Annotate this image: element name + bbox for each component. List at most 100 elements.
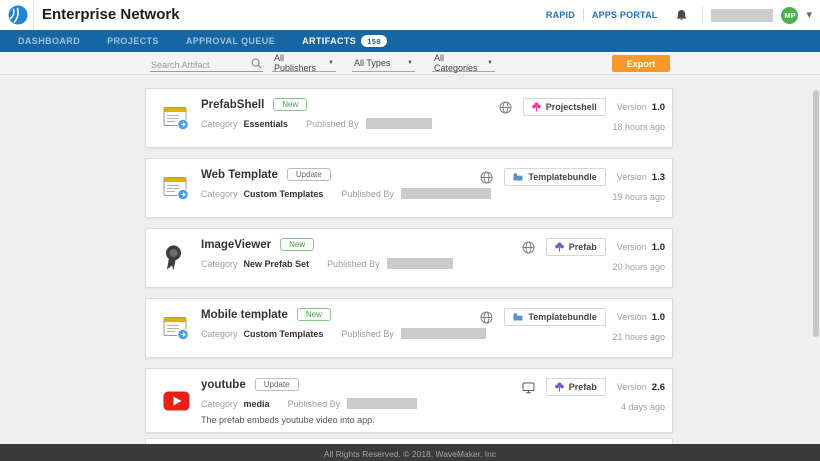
screen: Enterprise Network RAPID APPS PORTAL MP … [0,0,820,461]
type-badge: Prefab [546,238,606,256]
artifact-card-youtube[interactable]: youtube Update Category media Published … [145,368,673,433]
type-label: Templatebundle [528,312,596,322]
type-label: Prefab [569,382,597,392]
main-nav: DASHBOARD PROJECTS APPROVAL QUEUE ARTIFA… [0,30,820,52]
template-artifact-icon [163,316,190,341]
projectshell-type-icon [532,102,541,112]
artifact-info: Web Template Update Category Custom Temp… [201,168,491,199]
status-badge: New [273,98,307,111]
artifact-info: Mobile template New Category Custom Temp… [201,308,486,339]
category-value: New Prefab Set [244,259,310,269]
published-time: 20 hours ago [612,262,665,272]
categories-dropdown[interactable]: All Categories ▼ [432,55,495,72]
copyright-text: All Rights Reserved. © 2018, WaveMaker, … [324,449,496,459]
nav-projects[interactable]: PROJECTS [107,36,159,46]
categories-dropdown-value: All Categories [434,53,487,73]
artifact-name: youtube [201,379,246,391]
published-time: 18 hours ago [612,122,665,132]
version-label: Version [617,172,647,182]
category-value: Essentials [244,119,289,129]
artifact-name: ImageViewer [201,239,271,251]
publisher-redacted [366,118,432,129]
version-label: Version [617,102,647,112]
types-dropdown[interactable]: All Types ▼ [352,55,415,72]
published-by-label: Published By [288,399,341,409]
type-label: Templatebundle [528,172,596,182]
rapid-link[interactable]: RAPID [546,10,575,20]
artifact-right-meta: Prefab Version 1.0 [522,238,665,256]
type-label: Projectshell [546,102,597,112]
status-badge: Update [287,168,331,181]
artifact-right-meta: Projectshell Version 1.0 [499,98,665,116]
artifact-name: Web Template [201,169,278,181]
filter-bar: All Publishers ▼ All Types ▼ All Categor… [0,52,820,75]
nav-approval-queue[interactable]: APPROVAL QUEUE [186,36,275,46]
artifact-info: ImageViewer New Category New Prefab Set … [201,238,453,269]
category-label: Category [201,329,238,339]
artifact-name: Mobile template [201,309,288,321]
scrollbar-thumb[interactable] [813,90,819,337]
category-label: Category [201,399,238,409]
published-time: 4 days ago [621,402,665,412]
artifact-name: PrefabShell [201,99,264,111]
notifications-bell-icon[interactable] [675,9,688,22]
monitor-icon [522,381,535,394]
version-label: Version [617,242,647,252]
wavemaker-logo-icon [8,5,28,25]
globe-icon [480,171,493,184]
prefab-type-icon [555,382,564,392]
search-input[interactable] [150,58,246,73]
artifact-card-imageviewer[interactable]: ImageViewer New Category New Prefab Set … [145,228,673,288]
bell-divider [702,6,703,24]
published-by-label: Published By [341,329,394,339]
artifact-card-web-template[interactable]: Web Template Update Category Custom Temp… [145,158,673,218]
link-divider [583,9,584,21]
dropdown-arrow-icon: ▼ [407,60,413,66]
globe-icon [499,101,512,114]
publisher-redacted [401,328,486,339]
status-badge: New [280,238,314,251]
chevron-down-icon[interactable]: ▾ [806,10,812,20]
version-value: 1.0 [652,242,665,253]
projectshell-artifact-icon [163,106,190,131]
version-value: 1.0 [652,312,665,323]
top-header: Enterprise Network RAPID APPS PORTAL MP … [0,0,820,30]
header-divider [33,0,34,30]
artifact-card-mobile-template[interactable]: Mobile template New Category Custom Temp… [145,298,673,358]
avatar[interactable]: MP [781,7,798,24]
types-dropdown-value: All Types [354,58,390,68]
nav-artifacts[interactable]: ARTIFACTS 158 [302,35,387,47]
version-label: Version [617,312,647,322]
nav-artifacts-label: ARTIFACTS [302,36,356,46]
category-value: Custom Templates [244,189,324,199]
status-badge: New [297,308,331,321]
type-badge: Projectshell [523,98,606,116]
category-label: Category [201,189,238,199]
publisher-redacted [387,258,453,269]
version-label: Version [617,382,647,392]
category-value: media [244,399,270,409]
publishers-dropdown[interactable]: All Publishers ▼ [272,55,336,72]
published-by-label: Published By [327,259,380,269]
published-by-label: Published By [341,189,394,199]
page-title: Enterprise Network [42,6,180,23]
search-icon[interactable] [251,58,262,69]
export-button[interactable]: Export [612,55,670,72]
artifact-card-prefabshell[interactable]: PrefabShell New Category Essentials Publ… [145,88,673,148]
type-badge: Templatebundle [504,308,605,326]
version-value: 2.6 [652,382,665,393]
type-badge: Templatebundle [504,168,605,186]
version-value: 1.3 [652,172,665,183]
category-label: Category [201,119,238,129]
username-redacted [711,9,773,22]
artifact-description: The prefab embeds youtube video into app… [201,415,417,425]
status-badge: Update [255,378,299,391]
artifact-info: youtube Update Category media Published … [201,378,417,425]
nav-dashboard[interactable]: DASHBOARD [18,36,80,46]
apps-portal-link[interactable]: APPS PORTAL [592,10,658,20]
header-right-cluster: RAPID APPS PORTAL MP ▾ [546,0,812,30]
category-label: Category [201,259,238,269]
type-label: Prefab [569,242,597,252]
version-value: 1.0 [652,102,665,113]
published-time: 21 hours ago [612,332,665,342]
